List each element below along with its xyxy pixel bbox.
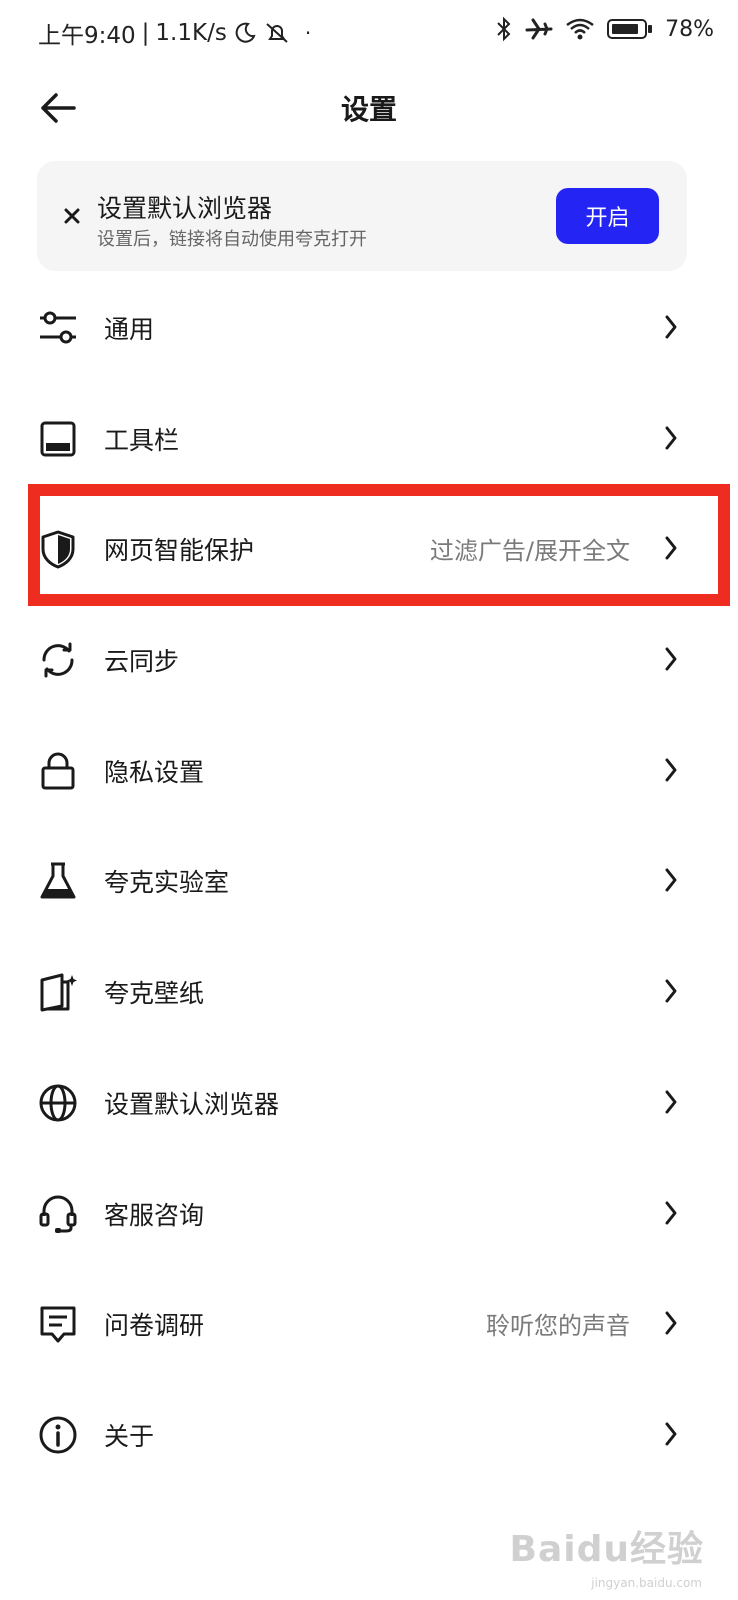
menu-item-customer-service[interactable]: 客服咨询 [0,1158,738,1269]
wifi-icon [566,18,594,40]
menu-label: 隐私设置 [104,757,205,787]
banner-title: 设置默认浏览器 [97,194,273,223]
chevron-right-icon [665,979,677,1003]
wallpaper-icon [38,972,78,1012]
status-bar: 上午9:40 | 1.1K/s · 78% [0,0,738,66]
chevron-right-icon [665,1311,677,1335]
battery-level: 78% [665,16,714,42]
airplane-icon [525,18,553,40]
status-left: 上午9:40 | 1.1K/s · [38,16,311,50]
survey-icon [38,1304,78,1344]
battery-icon [607,19,653,39]
status-right: 78% [495,16,714,42]
status-separator: | [141,20,150,46]
bluetooth-icon [497,16,511,42]
close-icon [64,208,80,224]
menu-item-survey[interactable]: 问卷调研 聆听您的声音 [0,1268,738,1379]
menu-item-general[interactable]: 通用 [0,272,738,383]
sliders-icon [38,308,78,348]
status-speed: 1.1K/s [155,20,227,46]
moon-icon [235,22,256,43]
lock-icon [38,751,78,791]
menu-item-lab[interactable]: 夸克实验室 [0,825,738,936]
menu-label: 通用 [104,315,155,344]
status-time: 上午9:40 [38,23,136,49]
menu-label: 云同步 [104,647,180,677]
header: 设置 [0,72,738,142]
highlight-annotation [28,484,730,606]
chevron-right-icon [665,315,677,339]
globe-icon [38,1083,78,1123]
menu-value: 聆听您的声音 [486,1312,630,1341]
menu-item-default-browser[interactable]: 设置默认浏览器 [0,1047,738,1158]
menu-label: 夸克壁纸 [104,979,205,1009]
mute-bell-icon [266,23,288,43]
enable-button[interactable]: 开启 [556,188,659,244]
banner-close-button[interactable] [53,197,91,235]
chevron-right-icon [665,868,677,892]
watermark-url: jingyan.baidu.com [591,1576,702,1590]
toolbar-icon [38,419,78,459]
menu-item-toolbar[interactable]: 工具栏 [0,383,738,494]
menu-label: 关于 [104,1421,155,1451]
chevron-right-icon [665,1090,677,1114]
menu-label: 工具栏 [104,425,180,455]
menu-label: 问卷调研 [104,1311,205,1341]
watermark: Baidu经验 [509,1529,704,1570]
menu-item-about[interactable]: 关于 [0,1379,738,1490]
menu-label: 设置默认浏览器 [104,1089,280,1119]
menu-item-privacy[interactable]: 隐私设置 [0,715,738,826]
info-icon [38,1415,78,1455]
banner-subtitle: 设置后，链接将自动使用夸克打开 [97,229,367,250]
chevron-right-icon [665,647,677,671]
chevron-right-icon [665,426,677,450]
chevron-right-icon [665,1422,677,1446]
chevron-right-icon [665,758,677,782]
page-title: 设置 [340,93,397,126]
menu-label: 夸克实验室 [104,868,230,898]
headset-icon [38,1194,78,1234]
menu-item-wallpaper[interactable]: 夸克壁纸 [0,936,738,1047]
status-dot: · [304,21,312,45]
default-browser-banner: 设置默认浏览器 设置后，链接将自动使用夸克打开 开启 [37,161,687,271]
flask-icon [38,861,78,901]
sync-icon [38,640,78,680]
menu-item-cloud-sync[interactable]: 云同步 [0,604,738,715]
settings-menu: 通用 工具栏 网页智能保护 过滤广告/展开全文 云同步 隐私设置 夸克实验室 夸… [0,272,738,1490]
menu-label: 客服咨询 [104,1200,205,1230]
chevron-right-icon [665,1201,677,1224]
